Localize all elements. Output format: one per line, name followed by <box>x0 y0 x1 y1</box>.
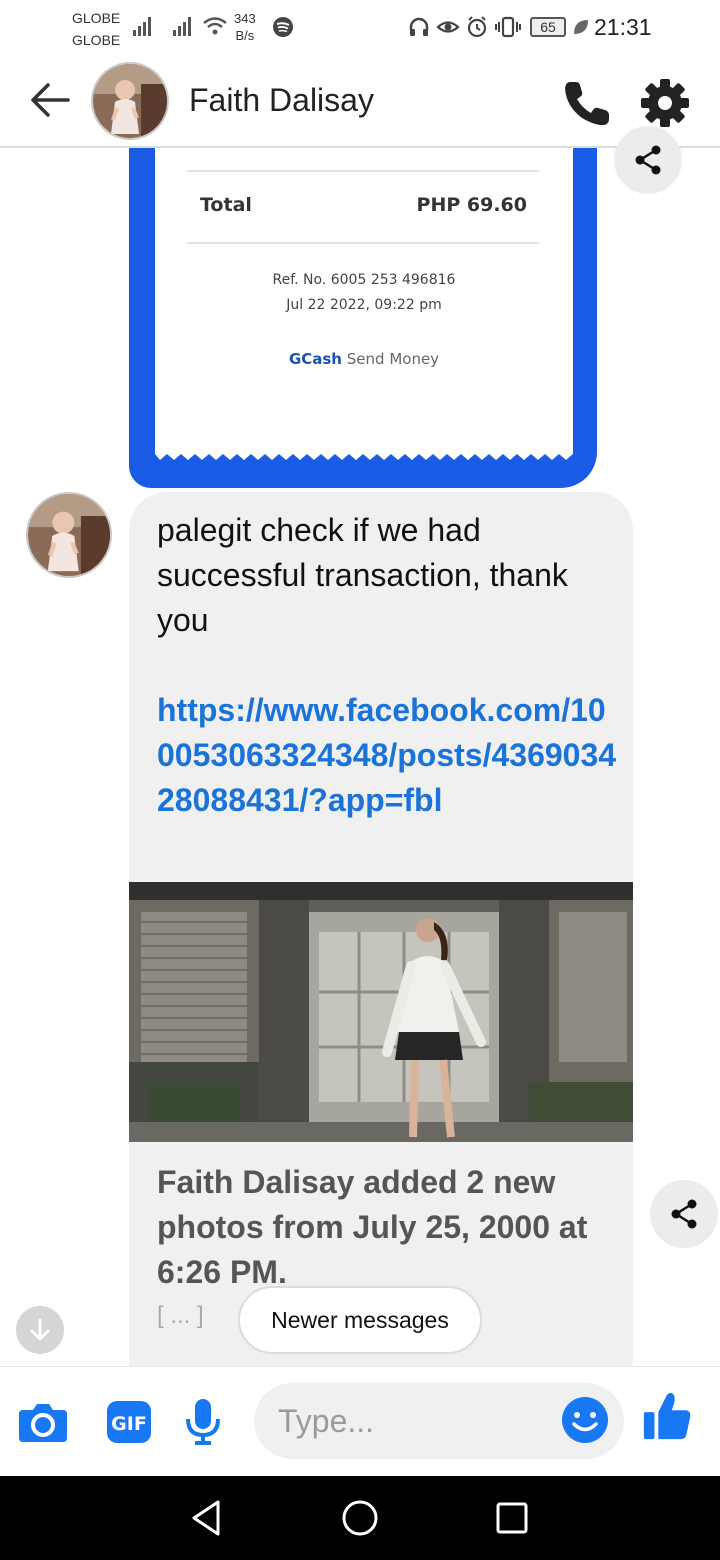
eye-comfort-icon <box>436 21 460 33</box>
gcash-brand: GCash <box>288 350 342 368</box>
battery-indicator: 65 <box>530 17 566 37</box>
avatar-photo <box>28 494 110 576</box>
phone-icon[interactable] <box>560 76 614 130</box>
share-button[interactable] <box>614 126 682 194</box>
message-composer: GIF <box>0 1366 720 1476</box>
contact-avatar[interactable] <box>91 62 169 140</box>
net-speed-unit: B/s <box>235 28 255 43</box>
receipt-zigzag-edge <box>155 448 573 460</box>
vibrate-icon <box>495 16 521 38</box>
leaf-icon <box>574 20 588 34</box>
message-text: palegit check if we had successful trans… <box>157 512 568 638</box>
back-arrow-icon[interactable] <box>28 80 74 120</box>
divider <box>187 242 539 244</box>
arrow-down-icon <box>30 1318 50 1341</box>
signal-icon <box>173 17 191 36</box>
divider <box>187 170 539 172</box>
message-link[interactable]: https://www.facebook.com/100053063324348… <box>157 688 617 823</box>
net-speed-value: 343 <box>234 11 256 26</box>
link-preview-ellipsis: [ ... ] <box>157 1302 204 1329</box>
message-bubble[interactable]: palegit check if we had successful trans… <box>129 492 633 1366</box>
receipt-total-label: Total <box>200 194 252 216</box>
signal-icon <box>133 17 151 36</box>
message-input-container[interactable] <box>254 1383 624 1459</box>
nav-back-icon[interactable] <box>186 1496 230 1540</box>
avatar-photo <box>93 64 167 138</box>
gif-icon: GIF <box>107 1401 151 1443</box>
camera-icon <box>19 1404 67 1442</box>
share-icon <box>671 1199 697 1229</box>
carrier-2: GLOBE <box>72 32 121 48</box>
gif-button[interactable]: GIF <box>102 1395 156 1449</box>
voice-button[interactable] <box>176 1395 230 1449</box>
like-button[interactable] <box>640 1389 694 1443</box>
gcash-receipt-image[interactable]: Total PHP 69.60 Ref. No. 6005 253 496816… <box>129 148 597 488</box>
alarm-icon <box>467 16 487 38</box>
link-preview-title[interactable]: Faith Dalisay added 2 new photos from Ju… <box>157 1160 617 1295</box>
gear-icon[interactable] <box>638 76 692 130</box>
microphone-icon <box>186 1399 220 1445</box>
thumbs-up-icon <box>643 1392 691 1440</box>
status-bar: GLOBE GLOBE 343 B/s 65 21:31 <box>0 0 720 56</box>
conversation-header: Faith Dalisay <box>0 56 720 148</box>
receipt-footer: GCash Send Money <box>155 350 573 368</box>
headphones-icon <box>409 17 429 36</box>
receipt-paper: Total PHP 69.60 Ref. No. 6005 253 496816… <box>155 148 573 448</box>
emoji-icon[interactable] <box>560 1395 610 1445</box>
wifi-icon <box>203 17 227 35</box>
spotify-icon <box>273 17 293 37</box>
nav-recents-icon[interactable] <box>490 1496 534 1540</box>
sender-avatar[interactable] <box>26 492 112 578</box>
carrier-1: GLOBE <box>72 10 121 26</box>
newer-messages-button[interactable]: Newer messages <box>238 1286 482 1354</box>
nav-home-icon[interactable] <box>338 1496 382 1540</box>
scroll-to-bottom-button[interactable] <box>16 1306 64 1354</box>
message-input[interactable] <box>278 1397 548 1445</box>
clock: 21:31 <box>594 14 652 40</box>
receipt-total-value: PHP 69.60 <box>416 194 527 216</box>
system-navigation-bar <box>0 1476 720 1560</box>
share-icon <box>635 145 661 175</box>
gcash-service: Send Money <box>346 350 440 368</box>
contact-name[interactable]: Faith Dalisay <box>189 82 374 119</box>
share-button[interactable] <box>650 1180 718 1248</box>
gif-label: GIF <box>111 1413 147 1435</box>
camera-button[interactable] <box>16 1395 70 1449</box>
receipt-reference: Ref. No. 6005 253 496816 <box>272 272 456 288</box>
receipt-date: Jul 22 2022, 09:22 pm <box>286 297 442 313</box>
link-preview-photo[interactable] <box>129 882 633 1142</box>
net-speed: 343 B/s <box>234 10 256 44</box>
